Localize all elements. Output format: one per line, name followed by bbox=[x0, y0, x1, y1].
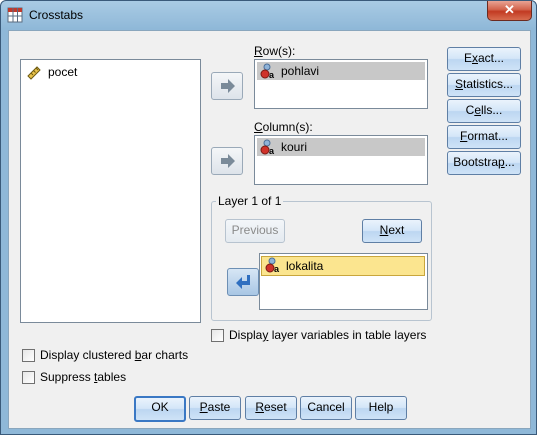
variable-label: pocet bbox=[48, 65, 78, 79]
bootstrap-button[interactable]: Bootstrap... bbox=[447, 151, 521, 175]
paste-button[interactable]: Paste bbox=[189, 396, 241, 420]
svg-text:a: a bbox=[274, 264, 280, 273]
crosstabs-app-icon bbox=[7, 7, 23, 23]
suppress-tables-label: Suppress tables bbox=[40, 370, 127, 384]
svg-text:a: a bbox=[269, 70, 275, 79]
crosstabs-window: Crosstabs ✕ pocet Row(s): a pohlavi Colu… bbox=[0, 0, 537, 435]
ok-button[interactable]: OK bbox=[134, 396, 186, 422]
list-item[interactable]: a lokalita bbox=[261, 256, 425, 276]
columns-list[interactable]: a kouri bbox=[254, 135, 428, 185]
list-item[interactable]: a pohlavi bbox=[257, 62, 425, 80]
ruler-scale-icon bbox=[27, 66, 41, 80]
exact-button[interactable]: Exact... bbox=[447, 47, 521, 71]
format-button[interactable]: Format... bbox=[447, 125, 521, 149]
cells-button[interactable]: Cells... bbox=[447, 99, 521, 123]
variable-label: pohlavi bbox=[281, 64, 320, 78]
variable-label: lokalita bbox=[286, 259, 324, 273]
svg-text:a: a bbox=[269, 146, 275, 155]
nominal-variable-icon: a bbox=[265, 257, 280, 273]
clustered-bars-checkbox[interactable] bbox=[22, 349, 35, 362]
display-layer-label: Display layer variables in table layers bbox=[229, 328, 427, 342]
suppress-tables-checkbox[interactable] bbox=[22, 371, 35, 384]
source-variable-list[interactable]: pocet bbox=[20, 59, 201, 323]
right-arrow-icon bbox=[221, 79, 235, 93]
cancel-button[interactable]: Cancel bbox=[300, 396, 352, 420]
rows-list[interactable]: a pohlavi bbox=[254, 59, 428, 109]
help-button[interactable]: Help bbox=[355, 396, 407, 420]
layer-list[interactable]: a lokalita bbox=[259, 253, 428, 310]
close-icon: ✕ bbox=[504, 2, 515, 17]
previous-layer-button[interactable]: Previous bbox=[225, 219, 285, 243]
statistics-button[interactable]: Statistics... bbox=[447, 73, 521, 97]
clustered-bars-label: Display clustered bar charts bbox=[40, 348, 189, 362]
list-item[interactable]: a kouri bbox=[257, 138, 425, 156]
rows-label: Row(s): bbox=[254, 44, 296, 58]
move-to-rows-button[interactable] bbox=[211, 72, 243, 100]
list-item[interactable]: pocet bbox=[24, 63, 194, 81]
next-layer-button[interactable]: Next bbox=[362, 219, 422, 243]
right-arrow-icon bbox=[221, 154, 235, 168]
left-return-arrow-icon bbox=[236, 275, 250, 289]
title-bar[interactable]: Crosstabs ✕ bbox=[1, 1, 536, 31]
display-layer-checkbox[interactable] bbox=[211, 329, 224, 342]
nominal-variable-icon: a bbox=[260, 139, 275, 155]
move-to-columns-button[interactable] bbox=[211, 147, 243, 175]
move-to-layer-button[interactable] bbox=[227, 268, 259, 296]
reset-button[interactable]: Reset bbox=[245, 396, 297, 420]
variable-label: kouri bbox=[281, 140, 308, 154]
dialog-body: pocet Row(s): a pohlavi Column(s): a kou… bbox=[8, 30, 531, 429]
columns-label: Column(s): bbox=[254, 120, 313, 134]
nominal-variable-icon: a bbox=[260, 63, 275, 79]
layer-title: Layer 1 of 1 bbox=[216, 194, 284, 208]
window-title: Crosstabs bbox=[29, 8, 84, 22]
close-button[interactable]: ✕ bbox=[487, 1, 532, 21]
